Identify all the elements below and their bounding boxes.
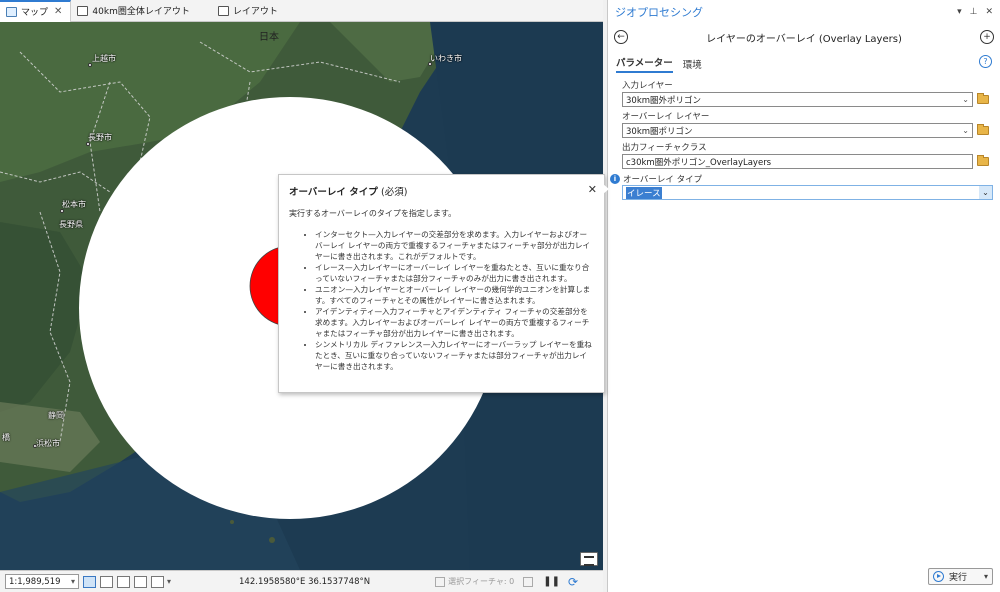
geoprocessing-pane: ジオプロセシング ▾ ⊥ ✕ ← レイヤーのオーバーレイ (Overlay La… (607, 0, 1000, 592)
chevron-down-icon: ▾ (70, 577, 75, 586)
param-overlay-layer: オーバーレイ レイヤー 30km圏ポリゴン ⌄ (622, 112, 992, 138)
output-feature-class-field[interactable]: c30km圏外ポリゴン_OverlayLayers (622, 154, 973, 169)
map-statusbar: 1:1,989,519 ▾ ▾ 142.1958580°E 36.1537748… (0, 570, 603, 592)
overlay-type-select[interactable]: イレース ⌄ (622, 185, 993, 200)
param-input-layer: 入力レイヤー 30km圏外ポリゴン ⌄ (622, 81, 992, 107)
popup-title: オーバーレイ タイプ (必須) (289, 184, 594, 198)
fixed-zoom-icon[interactable] (83, 575, 96, 588)
refresh-icon[interactable]: ⟳ (568, 575, 578, 589)
gp-tool-title: レイヤーのオーバーレイ (Overlay Layers) (706, 33, 902, 45)
run-label: 実行 (949, 573, 968, 583)
popup-title-text: オーバーレイ タイプ (289, 187, 378, 198)
layout-icon (217, 5, 229, 16)
list-item: アイデンティティ—入力フィーチャとアイデンティティ フィーチャの交差部分を求めま… (315, 306, 594, 339)
gp-header-icons: ▾ ⊥ ✕ (957, 7, 993, 17)
gp-tool-row: ← レイヤーのオーバーレイ (Overlay Layers) + (608, 24, 1000, 50)
tab-layout-label: レイアウト (232, 7, 278, 17)
chevron-down-icon[interactable]: ▾ (984, 572, 988, 581)
place-joetsu: 上越市 (92, 54, 116, 63)
place-shizuoka: 静岡 (48, 411, 64, 420)
scale-value: 1:1,989,519 (9, 576, 61, 587)
list-item: イレース—入力レイヤーにオーバーレイ レイヤーを重ねたとき、互いに重なり合ってい… (315, 262, 594, 284)
param-overlay-type: i オーバーレイ タイプ イレース ⌄ (610, 173, 1000, 200)
snapping-icon[interactable] (117, 575, 130, 588)
country-label: 日本 (259, 32, 279, 43)
pin-icon[interactable]: ⊥ (970, 7, 978, 17)
gp-pane-title: ジオプロセシング (615, 6, 703, 19)
popup-pointer (603, 184, 609, 194)
help-icon[interactable]: ? (979, 55, 992, 68)
overlay-type-label-row: i オーバーレイ タイプ (610, 173, 1000, 185)
tab-layout[interactable]: レイアウト (212, 0, 286, 22)
list-item: シンメトリカル ディファレンス—入力レイヤーにオーバーラップ レイヤーを重ねたと… (315, 339, 594, 372)
grid-icon[interactable] (100, 575, 113, 588)
map-icon (6, 6, 17, 17)
tab-map-label: マップ (21, 8, 49, 18)
folder-icon[interactable] (977, 124, 989, 135)
clear-selection-icon[interactable] (523, 576, 534, 587)
parameter-help-popup: オーバーレイ タイプ (必須) ✕ 実行するオーバーレイのタイプを指定します。 … (278, 174, 605, 393)
chevron-down-icon: ⌄ (962, 95, 969, 104)
overlay-layer-value: 30km圏ポリゴン (626, 126, 693, 137)
param-label: 出力フィーチャクラス (622, 143, 707, 153)
play-icon (933, 571, 944, 582)
popup-list: インターセクト—入力レイヤーの交差部分を求めます。入力レイヤーおよびオーバーレイ… (289, 229, 594, 372)
coordinate-readout: 142.1958580°E 36.1537748°N (239, 576, 371, 587)
chevron-down-icon: ⌄ (979, 186, 992, 199)
place-nagano-pref: 長野県 (59, 220, 83, 229)
param-label: オーバーレイ タイプ (623, 175, 703, 185)
layout-icon (77, 5, 89, 16)
basemap-button[interactable] (580, 552, 598, 566)
place-matsumoto: 松本市 (62, 200, 86, 209)
run-button[interactable]: 実行 ▾ (928, 568, 993, 585)
app-window: マップ ✕ 40km圏全体レイアウト レイアウト 日本 上越市 いわき市 長野市… (0, 0, 1000, 592)
place-edge: 橋 (2, 433, 10, 442)
param-output-feature-class: 出力フィーチャクラス c30km圏外ポリゴン_OverlayLayers (622, 143, 992, 169)
gp-header: ジオプロセシング ▾ ⊥ ✕ (608, 0, 1000, 24)
close-icon[interactable]: ✕ (588, 183, 597, 196)
place-iwaki: いわき市 (430, 54, 462, 63)
tab-parameters[interactable]: パラメーター (616, 55, 673, 73)
selection-icon (435, 576, 446, 587)
add-icon[interactable]: + (980, 30, 994, 44)
selected-features: 選択フィーチャ: 0 (435, 576, 534, 587)
popup-title-suffix: (必須) (381, 187, 408, 198)
list-item: ユニオン—入力レイヤーとオーバーレイ レイヤーの幾何学的ユニオンを計算します。す… (315, 284, 594, 306)
input-layer-field[interactable]: 30km圏外ポリゴン ⌄ (622, 92, 973, 107)
chevron-down-icon: ⌄ (962, 126, 969, 135)
close-icon[interactable]: ✕ (985, 7, 993, 17)
tab-40km-layout-label: 40km圏全体レイアウト (92, 7, 190, 17)
selected-features-label: 選択フィーチャ: 0 (448, 577, 515, 586)
place-hamamatsu: 浜松市 (36, 439, 60, 448)
param-label: 入力レイヤー (622, 81, 673, 91)
overlay-type-value: イレース (626, 186, 662, 199)
overlay-layer-field[interactable]: 30km圏ポリゴン ⌄ (622, 123, 973, 138)
folder-icon[interactable] (977, 155, 989, 166)
param-label: オーバーレイ レイヤー (622, 112, 710, 122)
input-layer-value: 30km圏外ポリゴン (626, 95, 702, 106)
tab-40km-layout[interactable]: 40km圏全体レイアウト (71, 0, 197, 22)
chevron-down-icon[interactable]: ▾ (167, 577, 171, 586)
crosshair-icon[interactable] (134, 575, 147, 588)
tab-environments[interactable]: 環境 (683, 57, 702, 73)
place-nagano-city: 長野市 (88, 133, 112, 142)
chevron-down-icon[interactable]: ▾ (957, 7, 962, 17)
output-feature-class-value: c30km圏外ポリゴン_OverlayLayers (626, 157, 772, 168)
list-item: インターセクト—入力レイヤーの交差部分を求めます。入力レイヤーおよびオーバーレイ… (315, 229, 594, 262)
close-icon[interactable]: ✕ (54, 6, 62, 17)
tab-map[interactable]: マップ ✕ (0, 0, 72, 22)
back-icon[interactable]: ← (614, 30, 628, 44)
north-arrow-icon[interactable] (151, 575, 164, 588)
pause-icon[interactable]: ❚❚ (543, 576, 560, 587)
gp-tabs: パラメーター 環境 (608, 51, 1000, 73)
scale-select[interactable]: 1:1,989,519 ▾ (5, 574, 79, 589)
info-icon[interactable]: i (610, 174, 620, 184)
folder-icon[interactable] (977, 93, 989, 104)
popup-description: 実行するオーバーレイのタイプを指定します。 (289, 209, 457, 218)
view-tabbar: マップ ✕ 40km圏全体レイアウト レイアウト (0, 0, 603, 22)
